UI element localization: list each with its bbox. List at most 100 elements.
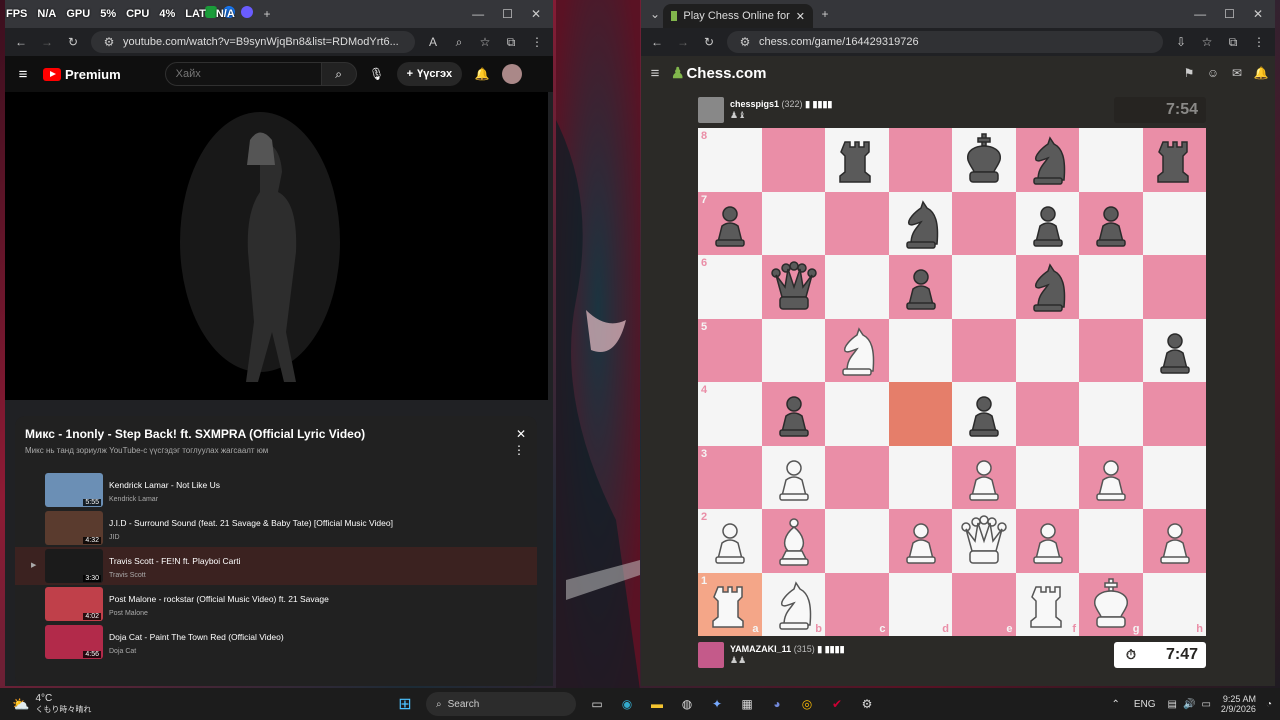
square-c5[interactable] [825,318,889,382]
chess-logo[interactable]: ♟ Chess.com [671,64,767,83]
square-h8[interactable] [1142,128,1206,192]
square-a4[interactable]: 4 [698,382,762,446]
square-b3[interactable] [761,445,825,509]
app-icon-2[interactable]: ✔ [825,692,849,716]
forward-icon[interactable]: → [675,34,691,50]
square-a5[interactable]: 5 [698,318,762,382]
network-icon[interactable]: ▤ [1168,699,1177,710]
square-f2[interactable] [1015,509,1079,573]
bottom-player-avatar[interactable] [698,642,724,668]
playlist-item[interactable]: ▶ 3:30 Travis Scott - FE!N ft. Playboi Car… [15,547,537,585]
steam-icon[interactable]: ◍ [675,692,699,716]
tray-chevron-icon[interactable]: ⌃ [1111,699,1119,710]
square-h7[interactable] [1142,191,1206,255]
settings-icon[interactable]: ⚙ [855,692,879,716]
square-h1[interactable]: h [1142,572,1206,636]
square-d4[interactable] [888,382,952,446]
square-a8[interactable]: 8 [698,128,762,192]
chess-tab[interactable]: Play Chess Online for FREE - 2 ... ✕ [663,4,813,28]
square-b5[interactable] [761,318,825,382]
square-g3[interactable] [1079,445,1143,509]
square-b6[interactable] [761,255,825,319]
square-h4[interactable] [1142,382,1206,446]
square-e4[interactable] [952,382,1016,446]
friends-icon[interactable]: ☺ [1205,65,1221,81]
square-g5[interactable] [1079,318,1143,382]
square-a2[interactable]: 2 [698,509,762,573]
notification-center-icon[interactable]: ◔ [1266,699,1272,710]
square-b4[interactable] [761,382,825,446]
search-button[interactable]: ⌕ [320,62,357,86]
bottom-player-name[interactable]: YAMAZAKI_11 [730,644,791,654]
weather-widget[interactable]: ⛅ 4°C くもり時々晴れ [0,693,390,715]
square-c7[interactable] [825,191,889,255]
square-a1[interactable]: 1a [698,572,762,636]
tab-close-icon[interactable]: ✕ [796,10,805,23]
battery-icon[interactable]: ▭ [1201,699,1210,710]
square-a3[interactable]: 3 [698,445,762,509]
messenger-tab-icon[interactable] [241,6,253,18]
address-bar[interactable]: ⚙ chess.com/game/164429319726 [727,31,1163,53]
install-app-icon[interactable]: ⇩ [1173,34,1189,50]
square-h6[interactable] [1142,255,1206,319]
file-explorer-icon[interactable]: ▬ [645,692,669,716]
top-player-name[interactable]: chesspigs1 [730,99,779,109]
square-f7[interactable] [1015,191,1079,255]
square-d5[interactable] [888,318,952,382]
clock[interactable]: 9:25 AM 2/9/2026 [1221,694,1256,714]
tab-list-icon[interactable]: ⌄ [647,6,663,22]
square-h5[interactable] [1142,318,1206,382]
square-e1[interactable]: e [952,572,1016,636]
square-d7[interactable] [888,191,952,255]
playlist-item[interactable]: 5:55 Kendrick Lamar - Not Like Us Kendrick… [15,471,537,509]
playlist-menu-icon[interactable]: ⋮ [511,442,527,458]
language-indicator[interactable]: ENG [1134,699,1156,710]
square-f6[interactable] [1015,255,1079,319]
edge-icon[interactable]: ◉ [615,692,639,716]
square-g6[interactable] [1079,255,1143,319]
bookmark-star-icon[interactable]: ☆ [1199,34,1215,50]
forward-icon[interactable]: → [39,34,55,50]
square-g1[interactable]: g [1079,572,1143,636]
back-icon[interactable]: ← [649,34,665,50]
square-c6[interactable] [825,255,889,319]
store-icon[interactable]: ▦ [735,692,759,716]
youtube-logo[interactable]: Premium [43,67,121,82]
square-d6[interactable] [888,255,952,319]
chrome-icon[interactable]: ◎ [795,692,819,716]
address-bar[interactable]: ⚙ youtube.com/watch?v=B9synWjqBn8&list=R… [91,31,415,53]
taskbar-search[interactable]: ⌕ Search [426,692,576,716]
square-b1[interactable]: b [761,572,825,636]
hamburger-menu-icon[interactable]: ≡ [647,65,663,82]
create-button[interactable]: + Үүсгэх [396,62,463,86]
top-player-avatar[interactable] [698,97,724,123]
playlist-item[interactable]: 4:32 J.I.D - Surround Sound (feat. 21 Sav… [15,509,537,547]
zoom-icon[interactable]: ⌕ [451,34,467,50]
reload-icon[interactable]: ↻ [701,34,717,50]
square-f8[interactable] [1015,128,1079,192]
video-player[interactable] [5,92,548,400]
square-g2[interactable] [1079,509,1143,573]
square-h3[interactable] [1142,445,1206,509]
menu-dots-icon[interactable]: ⋮ [529,34,545,50]
square-e7[interactable] [952,191,1016,255]
close-icon[interactable]: ✕ [1253,7,1263,21]
square-e8[interactable] [952,128,1016,192]
start-windows-icon[interactable]: ⊞ [393,692,417,716]
notifications-icon[interactable]: 🔔 [1253,65,1269,81]
square-c2[interactable] [825,509,889,573]
square-c4[interactable] [825,382,889,446]
messages-icon[interactable]: ✉ [1229,65,1245,81]
square-e5[interactable] [952,318,1016,382]
search-input[interactable]: Хайх [164,62,333,86]
square-c8[interactable] [825,128,889,192]
square-b2[interactable] [761,509,825,573]
reload-icon[interactable]: ↻ [65,34,81,50]
extensions-icon[interactable]: ⧉ [1225,34,1241,50]
back-icon[interactable]: ← [13,34,29,50]
square-f5[interactable] [1015,318,1079,382]
minimize-icon[interactable]: — [1194,7,1206,21]
app-icon[interactable]: ✦ [705,692,729,716]
bookmark-star-icon[interactable]: ☆ [477,34,493,50]
voice-search-icon[interactable]: 🎙 [369,66,385,82]
